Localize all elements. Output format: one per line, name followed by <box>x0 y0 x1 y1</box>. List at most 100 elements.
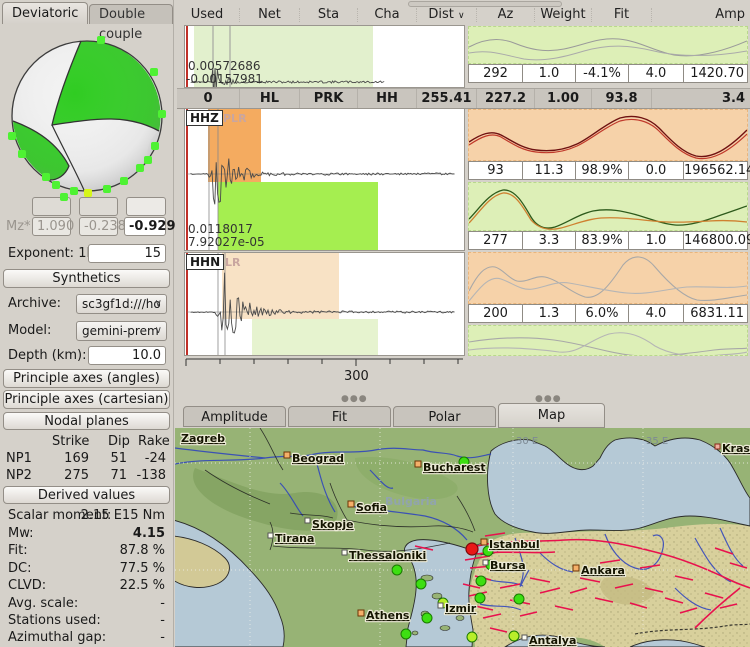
chevron-down-icon: ∨ <box>458 11 465 21</box>
mz-field-3[interactable]: -0.929 <box>124 217 166 236</box>
city-label-sofia: Sofia <box>356 501 387 514</box>
stat-amp: 1420.70 <box>684 65 747 82</box>
model-value: gemini-prem <box>82 324 159 338</box>
principle-axes-cartesian-button[interactable]: Principle axes (cartesian) <box>3 390 170 409</box>
station-cha: HH <box>358 89 417 108</box>
stat-weight: 4.0 <box>629 65 684 82</box>
np1-dip: 51 <box>110 451 127 466</box>
time-axis <box>184 357 465 373</box>
tab-map[interactable]: Map <box>498 403 605 428</box>
component-label-hhn: HHN <box>186 254 224 270</box>
nodal-col-dip: Dip <box>108 434 130 449</box>
mz-field-2[interactable]: -0.238 <box>79 217 118 236</box>
derived-value: 87.8 % <box>120 543 165 558</box>
station-amp: 3.4 <box>652 89 750 108</box>
hhn-fit-panel-2-clipped[interactable] <box>468 325 748 356</box>
tab-deviatoric[interactable]: Deviatoric <box>2 2 88 24</box>
derived-value: - <box>160 630 165 645</box>
col-az[interactable]: Az <box>477 8 535 22</box>
hhn-waveform-panel[interactable]: HHN LR <box>184 252 465 356</box>
col-used[interactable]: Used <box>175 8 240 22</box>
principle-axes-angles-button[interactable]: Principle axes (angles) <box>3 369 170 388</box>
np2-dip: 71 <box>110 468 127 483</box>
city-label-krasn: Krasn <box>722 442 750 455</box>
hhz-waveform-panel[interactable]: HHZ PLR 0.0118017 7.92027e-05 <box>184 108 465 251</box>
derived-label: DC: <box>8 561 31 576</box>
archive-value: sc3gf1d:///ho <box>82 297 161 311</box>
chevron-down-icon: ∨ <box>155 322 162 340</box>
stat-fit: 98.9% <box>576 162 629 179</box>
stat-amp: 6831.11 <box>684 305 747 322</box>
stat-dist: 1.0 <box>523 65 576 82</box>
stat-fit: -4.1% <box>576 65 629 82</box>
col-amp[interactable]: Amp <box>652 8 750 22</box>
city-label-zagreb: Zagreb <box>181 432 225 445</box>
stat-dist: 1.3 <box>523 305 576 322</box>
city-label-ankara: Ankara <box>581 564 625 577</box>
city-label-bursa: Bursa <box>490 559 526 572</box>
derived-label: Azimuthal gap: <box>8 630 106 645</box>
stat-az: 292 <box>469 65 523 82</box>
hhz-fit-panel-1[interactable] <box>468 109 748 161</box>
city-label-izmir: Izmir <box>445 602 477 615</box>
tab-polar[interactable]: Polar <box>393 406 496 427</box>
derived-label: Stations used: <box>8 613 101 628</box>
stat-amp: 146800.09 <box>684 232 750 249</box>
synthetics-header[interactable]: Synthetics <box>3 269 170 288</box>
derived-label: Avg. scale: <box>8 596 78 611</box>
hhn-fit-panel-1[interactable] <box>468 252 748 304</box>
np1-strike: 169 <box>64 451 89 466</box>
city-label-tirana: Tirana <box>275 532 314 545</box>
city-label-thessaloniki: Thessaloniki <box>349 549 426 562</box>
derived-label: CLVD: <box>8 578 46 593</box>
np2-rake: -138 <box>136 468 166 483</box>
splitter-handle[interactable]: ●●● <box>341 394 368 404</box>
summary-amp-min: -0.00157981 <box>186 73 263 86</box>
tab-double-couple[interactable]: Double couple <box>89 4 173 24</box>
nodal-planes-header[interactable]: Nodal planes <box>3 412 170 430</box>
derived-value: 77.5 % <box>120 561 165 576</box>
epicenter-marker[interactable] <box>466 543 478 555</box>
exponent-label: Exponent: 1E <box>8 246 95 261</box>
nodal-col-rake: Rake <box>138 434 170 449</box>
depth-field[interactable]: 10.0 <box>88 346 166 365</box>
mz-field-1[interactable]: 1.090 <box>32 217 71 236</box>
col-net[interactable]: Net <box>240 8 300 22</box>
trace-table-header: Used Net Sta Cha Dist ∨ Az Weight Fit Am… <box>175 6 750 24</box>
col-dist[interactable]: Dist ∨ <box>417 8 477 22</box>
hhn-fit-traces-1 <box>469 253 747 303</box>
hhz-fit-panel-2[interactable] <box>468 182 748 231</box>
axis-tick-label: 300 <box>344 369 369 384</box>
hhz-stats-row-1: 93 11.3 98.9% 0.0 196562.14 <box>468 161 748 180</box>
tab-fit[interactable]: Fit <box>288 406 391 427</box>
col-weight[interactable]: Weight <box>535 8 592 22</box>
derived-values-header[interactable]: Derived values <box>3 486 170 504</box>
tab-amplitude[interactable]: Amplitude <box>183 406 286 427</box>
model-select[interactable]: gemini-prem ∨ <box>76 321 167 341</box>
summary-waveform-panel[interactable]: 0.00572686 -0.00157981 <box>184 25 465 88</box>
exponent-field[interactable]: 15 <box>88 244 166 263</box>
beachball-plot[interactable] <box>0 26 173 202</box>
col-cha[interactable]: Cha <box>358 8 417 22</box>
stat-amp: 196562.14 <box>684 162 750 179</box>
city-label-skopje: Skopje <box>312 518 354 531</box>
summary-stats-row: 292 1.0 -4.1% 4.0 1420.70 <box>468 64 748 83</box>
col-sta[interactable]: Sta <box>300 8 358 22</box>
col-fit[interactable]: Fit <box>592 8 652 22</box>
stat-az: 93 <box>469 162 523 179</box>
grid-label-30e: 30 E <box>516 436 538 447</box>
stat-dist: 3.3 <box>523 232 576 249</box>
derived-value: - <box>160 596 165 611</box>
archive-select[interactable]: sc3gf1d:///ho ∨ <box>76 294 167 314</box>
city-label-bucharest: Bucharest <box>423 461 486 474</box>
hhz-amp-min: 7.92027e-05 <box>188 236 265 249</box>
left-panel: Deviatoric Double couple <box>0 0 174 647</box>
station-row[interactable]: 0 HL PRK HH 255.41 227.2 1.00 93.8 3.4 <box>177 88 750 109</box>
summary-fit-panel[interactable] <box>468 26 748 64</box>
phase-marker-label: LR <box>225 256 240 269</box>
city-label-athens: Athens <box>366 609 410 622</box>
station-used: 0 <box>177 89 240 108</box>
hhz-fit-traces-1 <box>469 110 747 160</box>
archive-label: Archive: <box>8 296 61 311</box>
station-map[interactable]: 30 E 35 E Bulgaria <box>175 428 750 647</box>
